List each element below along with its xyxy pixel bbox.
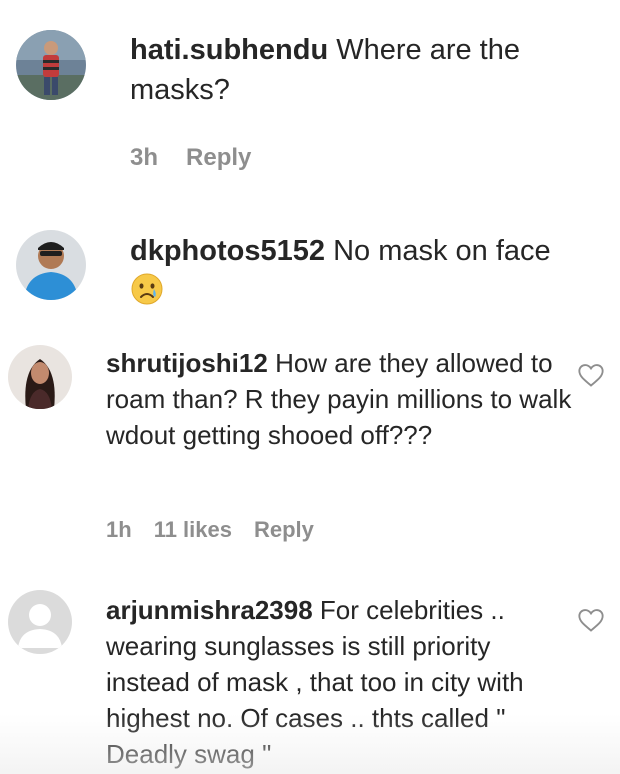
user-avatar[interactable] xyxy=(16,30,86,100)
default-avatar-icon xyxy=(8,590,72,654)
comment-username[interactable]: dkphotos5152 xyxy=(130,235,325,267)
comment-username[interactable]: hati.subhendu xyxy=(130,34,328,66)
comment-time: 3h xyxy=(130,144,159,171)
like-button[interactable] xyxy=(577,362,605,393)
crying-face-emoji-icon xyxy=(130,271,164,311)
user-photo-avatar-icon xyxy=(16,30,86,100)
comment-username[interactable]: arjunmishra2398 xyxy=(106,595,313,625)
comment-text: hati.subhendu Where are the masks? xyxy=(130,30,570,110)
heart-icon xyxy=(578,609,604,632)
reply-button[interactable]: Reply xyxy=(186,144,251,172)
comment-text: arjunmishra2398 For celebrities .. weari… xyxy=(106,592,576,772)
comment-time: 1h xyxy=(106,517,132,542)
user-avatar[interactable] xyxy=(8,590,72,654)
comment-text: dkphotos5152 No mask on face xyxy=(130,231,600,311)
comment-likes[interactable]: 11 likes xyxy=(154,517,232,543)
reply-button[interactable]: Reply xyxy=(254,517,314,543)
comment-meta: 1h 11 likes Reply xyxy=(106,517,314,543)
user-photo-avatar-icon xyxy=(16,230,86,300)
like-button[interactable] xyxy=(577,607,605,638)
user-photo-avatar-icon xyxy=(8,345,72,409)
user-avatar[interactable] xyxy=(8,345,72,409)
heart-icon xyxy=(578,364,604,387)
comment-username[interactable]: shrutijoshi12 xyxy=(106,348,268,378)
comment-body: No mask on face xyxy=(333,235,551,267)
user-avatar[interactable] xyxy=(16,230,86,300)
comment-meta: 3h Reply xyxy=(130,144,251,172)
comment-text: shrutijoshi12 How are they allowed to ro… xyxy=(106,345,576,453)
